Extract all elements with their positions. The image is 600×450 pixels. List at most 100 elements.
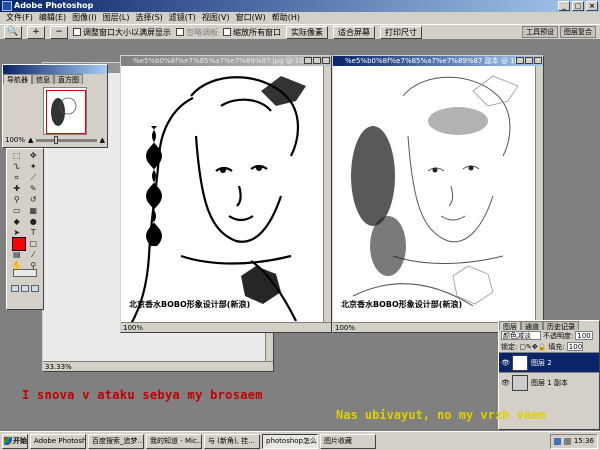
vertical-scrollbar-right[interactable] (535, 66, 543, 322)
zoom-all-label: 缩放所有窗口 (233, 27, 281, 37)
menu-image[interactable]: 图像(I) (72, 12, 97, 24)
menu-layer[interactable]: 图层(L) (103, 12, 130, 24)
zoom-slider[interactable] (36, 135, 97, 144)
layer-name[interactable]: 图层 2 (531, 358, 552, 368)
eye-icon[interactable]: 👁 (501, 359, 510, 367)
healing-brush-icon[interactable]: ✚ (9, 184, 25, 194)
taskbar-button[interactable]: 百度搜索_追梦... (88, 433, 144, 449)
document-title-right[interactable]: %e5%b0%8f%e7%85%a7%e7%89%87 副本 @ 100% (333, 56, 543, 66)
start-button[interactable]: 开始 (2, 433, 28, 449)
clone-stamp-icon[interactable]: ⚲ (9, 195, 25, 205)
fill-input[interactable]: 100 (566, 342, 583, 351)
taskbar-button-active[interactable]: photoshop怎么... (262, 433, 318, 449)
print-size-button[interactable]: 打印尺寸 (380, 25, 422, 39)
actual-pixels-button[interactable]: 实际像素 (286, 25, 328, 39)
tab-navigator[interactable]: 导航器 (3, 74, 32, 84)
quick-mask-toggle[interactable] (13, 269, 37, 277)
taskbar-button[interactable]: 我的知道 - Mic... (146, 433, 202, 449)
palette-title-bar[interactable] (3, 65, 107, 74)
shape-tool-icon[interactable]: ▢ (26, 239, 42, 249)
minimize-button[interactable]: _ (558, 1, 570, 11)
maximize-button[interactable]: □ (572, 1, 584, 11)
blur-tool-icon[interactable]: ◆ (9, 217, 25, 227)
tab-info[interactable]: 信息 (32, 74, 54, 84)
document-canvas-right[interactable]: 北京香水BOBO形象设计部(新浪) (333, 66, 535, 322)
app-title: Adobe Photoshop (14, 1, 94, 10)
watermark-text-right: 北京香水BOBO形象设计部(新浪) (341, 300, 463, 309)
menu-edit[interactable]: 编辑(E) (39, 12, 66, 24)
opacity-label: 不透明度: (543, 331, 574, 340)
document-title-left[interactable]: %e5%b0%8f%e7%85%a7%e7%89%87.jpg @ 100% (121, 56, 331, 66)
slice-tool-icon[interactable]: ⟋ (26, 173, 42, 183)
tool-presets-tab[interactable]: 工具预设 (522, 26, 558, 38)
foreground-color-swatch[interactable] (12, 237, 26, 251)
crop-tool-icon[interactable]: ⌗ (9, 173, 25, 183)
history-brush-icon[interactable]: ↺ (26, 195, 42, 205)
screen-mode-buttons (11, 285, 39, 292)
full-screen-menu-icon[interactable] (21, 285, 29, 292)
volume-icon[interactable] (563, 437, 571, 445)
app-title-bar: Adobe Photoshop _ □ × (0, 0, 600, 12)
lasso-tool-icon[interactable]: ᔐ (9, 162, 25, 172)
windows-logo-icon (4, 437, 12, 445)
full-screen-icon[interactable] (31, 285, 39, 292)
zoom-tool-icon[interactable]: 🔍 (4, 25, 22, 39)
magic-wand-tool-icon[interactable]: ✦ (26, 162, 42, 172)
taskbar-button[interactable]: 图片收藏 (320, 433, 376, 449)
zoom-all-checkbox[interactable]: 缩放所有窗口 (223, 27, 281, 38)
layer-comps-tab[interactable]: 图层复合 (560, 26, 596, 38)
zoom-in-icon[interactable]: + (27, 25, 45, 39)
zoom-slider-knob[interactable] (54, 135, 59, 144)
eye-icon[interactable]: 👁 (501, 379, 510, 387)
dodge-tool-icon[interactable]: ● (26, 217, 42, 227)
taskbar-button[interactable]: 与 (新角), 挂... (204, 433, 260, 449)
document-title-text-right: %e5%b0%8f%e7%85%a7%e7%89%87 副本 @ 100% (345, 57, 531, 65)
vertical-scrollbar-left[interactable] (323, 66, 331, 322)
menu-view[interactable]: 视图(V) (202, 12, 230, 24)
tab-channels[interactable]: 通道 (521, 321, 543, 331)
taskbar-button[interactable]: Adobe Photoshop (30, 433, 86, 449)
menu-window[interactable]: 窗口(W) (236, 12, 266, 24)
gradient-tool-icon[interactable]: ▦ (26, 206, 42, 216)
clock[interactable]: 15:36 (574, 435, 594, 448)
ignore-palettes-checkbox[interactable]: 忽略调板 (176, 27, 218, 38)
eyedropper-tool-icon[interactable]: ⁄ (26, 250, 42, 260)
blend-mode-select[interactable]: 颜色减淡 (501, 331, 541, 340)
fit-screen-button[interactable]: 适合屏幕 (333, 25, 375, 39)
navigator-thumbnail[interactable] (43, 87, 87, 135)
resize-windows-checkbox[interactable]: 调整窗口大小以满屏显示 (73, 27, 171, 38)
document-window-left[interactable]: %e5%b0%8f%e7%85%a7%e7%89%87.jpg @ 100% 北… (120, 55, 332, 333)
layer-row[interactable]: 👁 图层 2 (499, 352, 599, 372)
layer-row[interactable]: 👁 图层 1 副本 (499, 372, 599, 392)
menu-help[interactable]: 帮助(H) (272, 12, 300, 24)
opacity-input[interactable]: 100 (575, 331, 594, 340)
bw-portrait-image (130, 76, 306, 325)
type-tool-icon[interactable]: T (26, 228, 42, 238)
menu-file[interactable]: 文件(F) (6, 12, 33, 24)
close-button[interactable]: × (586, 1, 598, 11)
document-window-right[interactable]: %e5%b0%8f%e7%85%a7%e7%89%87 副本 @ 100% 北京… (332, 55, 544, 333)
layer-name[interactable]: 图层 1 副本 (531, 378, 568, 388)
lock-icons[interactable]: ▢✎✥🔒 (519, 343, 546, 351)
watermark-text-left: 北京香水BOBO形象设计部(新浪) (129, 300, 251, 309)
zoom-in-small-icon[interactable]: ▲ (100, 136, 105, 144)
notes-tool-icon[interactable]: ▤ (9, 250, 25, 260)
marquee-tool-icon[interactable]: ⬚ (9, 151, 25, 161)
eraser-tool-icon[interactable]: ▭ (9, 206, 25, 216)
network-icon[interactable] (553, 437, 561, 445)
brush-tool-icon[interactable]: ✎ (26, 184, 42, 194)
system-tray: 15:36 (549, 433, 598, 449)
zoom-out-icon[interactable]: − (50, 25, 68, 39)
tab-histogram[interactable]: 直方图 (54, 74, 83, 84)
zoom-out-small-icon[interactable]: ▲ (28, 136, 33, 144)
navigator-zoom-value[interactable]: 100% (5, 136, 25, 144)
taskbar: 开始 Adobe Photoshop 百度搜索_追梦... 我的知道 - Mic… (0, 431, 600, 450)
document-canvas-left[interactable]: 北京香水BOBO形象设计部(新浪) (121, 66, 323, 325)
tab-history[interactable]: 历史记录 (543, 321, 579, 331)
standard-screen-icon[interactable] (11, 285, 19, 292)
move-tool-icon[interactable]: ✥ (26, 151, 42, 161)
view-proxy-box[interactable] (46, 90, 86, 134)
menu-filter[interactable]: 滤镜(T) (169, 12, 196, 24)
menu-select[interactable]: 选择(S) (135, 12, 162, 24)
tab-layers[interactable]: 图层 (499, 321, 521, 331)
